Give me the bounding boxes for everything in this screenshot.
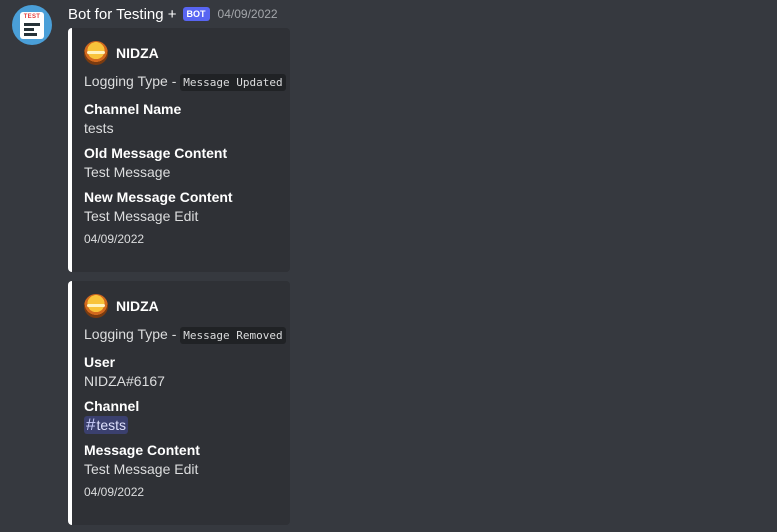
logging-type-code: Message Updated <box>180 74 286 91</box>
field-value: NIDZA#6167 <box>84 373 165 389</box>
embed-message-updated: NIDZA Logging Type - Message Updated Cha… <box>68 28 290 272</box>
embed-field: Channel Name tests <box>84 100 278 138</box>
embed-author-name: NIDZA <box>116 298 159 314</box>
hash-icon: # <box>86 415 96 434</box>
message-header: Bot for Testing + BOT 04/09/2022 <box>68 4 278 24</box>
embed-field: User NIDZA#6167 <box>84 353 278 391</box>
embed-field: Old Message Content Test Message <box>84 144 278 182</box>
avatar-logo-text: TEST <box>23 13 41 20</box>
embed-description: Logging Type - Message Updated <box>84 72 286 92</box>
field-value: # tests <box>84 415 278 435</box>
field-name: Old Message Content <box>84 145 228 161</box>
embed-author-name: NIDZA <box>116 45 159 61</box>
embed-message-removed: NIDZA Logging Type - Message Removed Use… <box>68 281 290 525</box>
channel-mention[interactable]: # tests <box>84 415 129 434</box>
embed-field: Message Content Test Message Edit <box>84 441 278 479</box>
embed-description: Logging Type - Message Removed <box>84 325 286 345</box>
embed-footer: 04/09/2022 <box>84 232 145 246</box>
field-name: New Message Content <box>84 189 233 205</box>
channel-mention-name: tests <box>96 417 127 433</box>
field-value: Test Message Edit <box>84 461 199 477</box>
field-name: Channel Name <box>84 101 182 117</box>
message-timestamp: 04/09/2022 <box>217 7 278 21</box>
field-value: tests <box>84 120 114 136</box>
logging-type-label: Logging Type - <box>84 73 181 89</box>
logging-type-label: Logging Type - <box>84 326 181 342</box>
field-name: Channel <box>84 398 140 414</box>
burger-icon <box>84 41 108 65</box>
embed-field: Channel # tests <box>84 397 278 435</box>
field-name: Message Content <box>84 442 200 458</box>
field-value: Test Message <box>84 164 171 180</box>
field-value: Test Message Edit <box>84 208 199 224</box>
field-name: User <box>84 354 116 370</box>
burger-icon <box>84 294 108 318</box>
test-logo-icon: TEST <box>20 11 44 39</box>
logging-type-code: Message Removed <box>180 327 286 344</box>
chat-message: TEST Bot for Testing + BOT 04/09/2022 NI… <box>0 0 777 532</box>
embed-field: New Message Content Test Message Edit <box>84 188 278 226</box>
bot-avatar[interactable]: TEST <box>12 5 52 45</box>
embed-author: NIDZA <box>84 294 278 318</box>
bot-badge: BOT <box>182 7 210 21</box>
embed-footer: 04/09/2022 <box>84 485 145 499</box>
username[interactable]: Bot for Testing + <box>68 6 177 23</box>
embed-author: NIDZA <box>84 41 278 65</box>
